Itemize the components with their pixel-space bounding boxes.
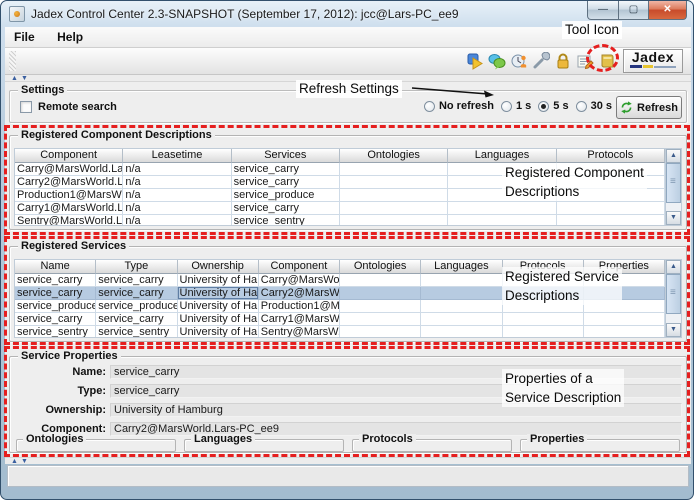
collapse-down-icon[interactable]: ▼ bbox=[21, 458, 28, 465]
property-label: Ownership: bbox=[14, 404, 110, 416]
jadex-logo: Jadex bbox=[623, 49, 683, 73]
table-row[interactable]: Carry1@MarsWorld.La...n/aservice_carry bbox=[15, 202, 665, 215]
group-title: Ontologies bbox=[23, 434, 86, 445]
column-header[interactable]: Protocols bbox=[557, 149, 665, 163]
message-note-icon[interactable] bbox=[575, 51, 595, 71]
property-label: Name: bbox=[14, 366, 110, 378]
service-property-groups: Ontologies Languages Protocols Properties bbox=[16, 439, 680, 451]
console-area bbox=[7, 465, 689, 487]
registered-services-title: Registered Services bbox=[18, 240, 129, 253]
group-box-languages: Languages bbox=[184, 439, 344, 452]
remote-search-option[interactable]: Remote search bbox=[20, 101, 117, 113]
toolbar: Jadex bbox=[5, 48, 691, 75]
collapse-up-icon[interactable]: ▲ bbox=[11, 458, 18, 465]
component-table-scrollbar[interactable]: ▲ ▼ bbox=[665, 149, 681, 225]
menu-help[interactable]: Help bbox=[48, 27, 92, 44]
refresh-options: No refresh 1 s 5 s 30 s bbox=[424, 100, 612, 112]
scroll-up-icon[interactable]: ▲ bbox=[666, 149, 681, 163]
window-title: Jadex Control Center 2.3-SNAPSHOT (Septe… bbox=[31, 7, 459, 21]
table-row[interactable]: Sentry@MarsWorld.La...n/aservice_sentry bbox=[15, 215, 665, 226]
group-box-properties: Properties bbox=[520, 439, 680, 452]
app-icon bbox=[9, 6, 25, 22]
column-header[interactable]: Leasetime bbox=[123, 149, 231, 163]
column-header[interactable]: Type bbox=[96, 260, 177, 274]
column-header[interactable]: Ontologies bbox=[340, 149, 448, 163]
radio-label: No refresh bbox=[439, 100, 494, 112]
conversation-icon[interactable] bbox=[487, 51, 507, 71]
column-header[interactable]: Component bbox=[259, 260, 340, 274]
radio-icon[interactable] bbox=[538, 101, 549, 112]
awareness-clock-icon[interactable] bbox=[509, 51, 529, 71]
scroll-down-icon[interactable]: ▼ bbox=[666, 211, 681, 225]
starter-icon[interactable] bbox=[465, 51, 485, 71]
menu-file[interactable]: File bbox=[5, 27, 44, 44]
scrollbar-thumb[interactable] bbox=[666, 274, 681, 314]
toolbar-grip[interactable] bbox=[9, 51, 16, 71]
annotation-properties-description: Properties of a Service Description bbox=[502, 369, 624, 407]
table-row[interactable]: service_carryservice_carryUniversity of … bbox=[15, 313, 665, 326]
column-header[interactable]: Languages bbox=[448, 149, 556, 163]
remote-search-label: Remote search bbox=[38, 101, 117, 113]
scroll-down-icon[interactable]: ▼ bbox=[666, 323, 681, 337]
service-properties-title: Service Properties bbox=[18, 350, 121, 363]
group-title: Languages bbox=[191, 434, 255, 445]
refresh-option[interactable]: 30 s bbox=[576, 100, 612, 112]
group-title: Properties bbox=[527, 434, 587, 445]
column-header[interactable]: Name bbox=[15, 260, 96, 274]
refresh-option[interactable]: No refresh bbox=[424, 100, 494, 112]
annotation-component-descriptions: Registered Component Descriptions bbox=[502, 163, 647, 201]
annotation-tool-icon: Tool Icon bbox=[562, 21, 622, 39]
annotation-service-descriptions: Registered Service Descriptions bbox=[502, 267, 622, 305]
df-book-icon[interactable] bbox=[597, 51, 617, 71]
collapse-up-icon[interactable]: ▲ bbox=[11, 75, 18, 82]
column-header[interactable]: Languages bbox=[421, 260, 502, 274]
column-header[interactable]: Component bbox=[15, 149, 123, 163]
app-window: Jadex Control Center 2.3-SNAPSHOT (Septe… bbox=[0, 0, 694, 500]
scrollbar-thumb[interactable] bbox=[666, 163, 681, 203]
column-header[interactable]: Ontologies bbox=[340, 260, 421, 274]
radio-label: 5 s bbox=[553, 100, 568, 112]
radio-icon[interactable] bbox=[424, 101, 435, 112]
group-box-ontologies: Ontologies bbox=[16, 439, 176, 452]
refresh-option[interactable]: 5 s bbox=[538, 100, 568, 112]
radio-icon[interactable] bbox=[501, 101, 512, 112]
refresh-button[interactable]: Refresh bbox=[616, 96, 682, 119]
security-lock-icon[interactable] bbox=[553, 51, 573, 71]
annotation-refresh-settings: Refresh Settings bbox=[296, 80, 402, 98]
group-title: Protocols bbox=[359, 434, 416, 445]
table-row[interactable]: service_sentryservice_sentryUniversity o… bbox=[15, 326, 665, 338]
split-divider-bottom[interactable]: ▲ ▼ bbox=[5, 457, 691, 464]
maximize-icon[interactable]: ▢ bbox=[619, 1, 649, 20]
collapse-down-icon[interactable]: ▼ bbox=[21, 75, 28, 82]
radio-label: 30 s bbox=[591, 100, 612, 112]
radio-label: 1 s bbox=[516, 100, 531, 112]
refresh-icon bbox=[620, 101, 633, 114]
column-header[interactable]: Services bbox=[232, 149, 340, 163]
scroll-up-icon[interactable]: ▲ bbox=[666, 260, 681, 274]
group-box-protocols: Protocols bbox=[352, 439, 512, 452]
component-descriptions-title: Registered Component Descriptions bbox=[18, 129, 215, 142]
property-label: Type: bbox=[14, 385, 110, 397]
remote-search-checkbox[interactable] bbox=[20, 101, 32, 113]
radio-icon[interactable] bbox=[576, 101, 587, 112]
close-icon[interactable]: ✕ bbox=[649, 1, 687, 20]
services-table-scrollbar[interactable]: ▲ ▼ bbox=[665, 260, 681, 337]
wrench-icon[interactable] bbox=[531, 51, 551, 71]
refresh-option[interactable]: 1 s bbox=[501, 100, 531, 112]
settings-title: Settings bbox=[18, 84, 67, 97]
column-header[interactable]: Ownership bbox=[178, 260, 259, 274]
minimize-icon[interactable]: — bbox=[587, 1, 619, 20]
